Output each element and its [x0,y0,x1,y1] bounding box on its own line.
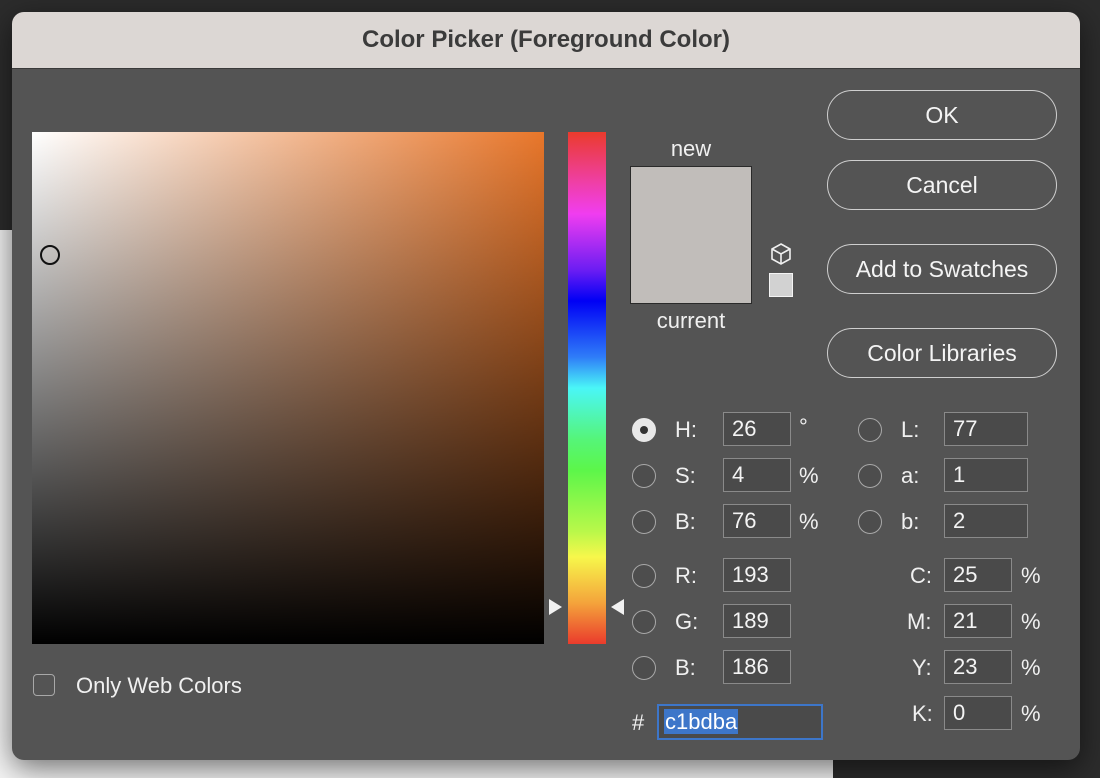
lab-l-label: L: [901,417,920,442]
only-web-colors-checkbox[interactable] [33,674,55,696]
brightness-unit: % [799,509,819,534]
green-label: G: [675,609,699,634]
brightness-radio[interactable] [632,510,656,534]
green-radio[interactable] [632,610,656,634]
blue-radio[interactable] [632,656,656,680]
hex-hash-label: # [632,710,645,735]
hex-input[interactable]: c1bdba [657,704,823,740]
current-color-label: current [656,308,726,333]
magenta-label: M: [907,609,932,634]
color-preview-swatch[interactable] [630,166,752,304]
lab-b-radio[interactable] [858,510,882,534]
hex-value-selected: c1bdba [664,709,739,734]
dialog-title: Color Picker (Foreground Color) [361,26,730,53]
hue-slider-left-handle[interactable] [549,599,562,615]
magenta-unit: % [1021,609,1041,634]
hue-radio[interactable] [632,418,656,442]
hue-slider-right-handle[interactable] [611,599,624,615]
saturation-label: S: [675,463,696,488]
lab-a-field[interactable]: 1 [944,458,1028,492]
cyan-unit: % [1021,563,1041,588]
blue-field[interactable]: 186 [723,650,791,684]
lab-l-radio[interactable] [858,418,882,442]
green-field[interactable]: 189 [723,604,791,638]
color-libraries-button[interactable]: Color Libraries [827,328,1057,378]
brightness-label: B: [675,509,696,534]
yellow-label: Y: [912,655,932,680]
hue-field[interactable]: 26 [723,412,791,446]
lab-a-radio[interactable] [858,464,882,488]
saturation-brightness-field[interactable] [32,132,544,644]
add-to-swatches-button[interactable]: Add to Swatches [827,244,1057,294]
yellow-unit: % [1021,655,1041,680]
hue-label: H: [675,417,697,442]
black-label: K: [912,701,933,726]
title-bar[interactable]: Color Picker (Foreground Color) [12,12,1080,69]
hue-unit: ° [799,414,808,439]
saturation-field[interactable]: 4 [723,458,791,492]
lab-b-label: b: [901,509,920,534]
magenta-field[interactable]: 21 [944,604,1012,638]
cyan-label: C: [910,563,932,588]
color-picker-dialog: Color Picker (Foreground Color) new curr… [12,12,1080,760]
brightness-field[interactable]: 76 [723,504,791,538]
blue-label: B: [675,655,696,680]
color-field-cursor[interactable] [40,245,60,265]
ok-button[interactable]: OK [827,90,1057,140]
lab-b-field[interactable]: 2 [944,504,1028,538]
saturation-radio[interactable] [632,464,656,488]
web-safe-color-swatch[interactable] [769,273,793,297]
red-radio[interactable] [632,564,656,588]
red-field[interactable]: 193 [723,558,791,592]
black-field[interactable]: 0 [944,696,1012,730]
red-label: R: [675,563,697,588]
hue-slider[interactable] [568,132,606,644]
cyan-field[interactable]: 25 [944,558,1012,592]
lab-l-field[interactable]: 77 [944,412,1028,446]
saturation-unit: % [799,463,819,488]
cube-icon[interactable] [769,242,793,266]
black-unit: % [1021,701,1041,726]
lab-a-label: a: [901,463,920,488]
new-color-label: new [670,136,712,161]
yellow-field[interactable]: 23 [944,650,1012,684]
cancel-button[interactable]: Cancel [827,160,1057,210]
only-web-colors-label[interactable]: Only Web Colors [76,673,242,699]
